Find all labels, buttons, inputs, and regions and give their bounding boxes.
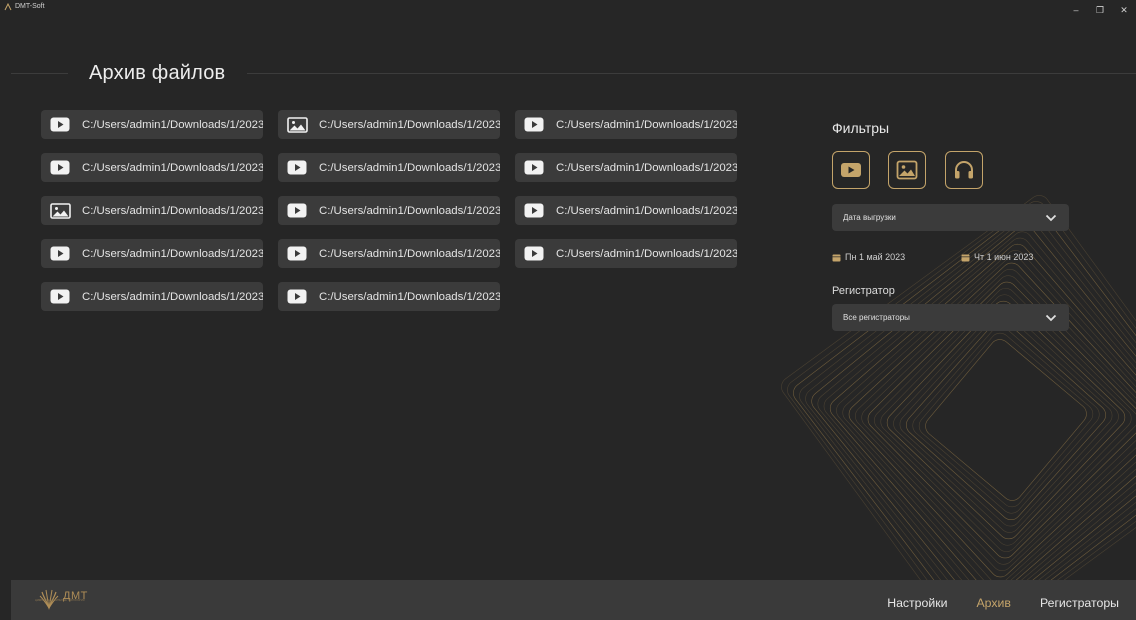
- window-controls: – ❐ ✕: [1064, 0, 1136, 25]
- logo-subtitle: ЦИФРОВЫЕ МОБИЛЬНЫЕ ТЕХНОЛОГИИ: [35, 599, 85, 602]
- chevron-down-icon: [1045, 314, 1057, 321]
- date-to-picker[interactable]: Чт 1 июн 2023: [961, 252, 1033, 262]
- file-item[interactable]: C:/Users/admin1/Downloads/1/2023-05-09 1…: [515, 153, 737, 182]
- video-icon: [50, 246, 72, 262]
- video-icon: [524, 160, 546, 176]
- video-icon: [50, 160, 72, 176]
- page-title: Архив файлов: [89, 62, 226, 84]
- file-path: C:/Users/admin1/Downloads/1/2023-05-09 1…: [556, 204, 737, 217]
- title-bar: DMT-Soft – ❐ ✕: [0, 0, 1136, 25]
- file-path: C:/Users/admin1/Downloads/1/2023-05-09 1…: [82, 204, 263, 217]
- filter-audio-button[interactable]: [945, 151, 983, 189]
- file-item[interactable]: C:/Users/admin1/Downloads/1/2023-05-09 1…: [41, 282, 263, 311]
- filter-image-button[interactable]: [888, 151, 926, 189]
- sort-select[interactable]: Дата выгрузки: [832, 204, 1069, 231]
- file-item[interactable]: C:/Users/admin1/Downloads/1/2023-05-09 1…: [41, 110, 263, 139]
- video-icon: [50, 117, 72, 133]
- sort-select-value: Дата выгрузки: [843, 213, 896, 222]
- headphones-icon: [955, 161, 973, 179]
- registrar-select-value: Все регистраторы: [843, 313, 910, 322]
- header-divider-right: [247, 73, 1136, 74]
- filters-title: Фильтры: [832, 120, 890, 136]
- date-to-text: Чт 1 июн 2023: [974, 252, 1034, 262]
- video-icon: [287, 203, 309, 219]
- file-item[interactable]: C:/Users/admin1/Downloads/1/2023-05-09 1…: [278, 239, 500, 268]
- file-path: C:/Users/admin1/Downloads/1/2023-05-09 1…: [556, 118, 737, 131]
- file-item[interactable]: C:/Users/admin1/Downloads/1/2023-05-09 1…: [515, 196, 737, 225]
- file-path: C:/Users/admin1/Downloads/1/2023-05-09 1…: [556, 247, 737, 260]
- files-grid: C:/Users/admin1/Downloads/1/2023-05-09 1…: [41, 110, 737, 311]
- image-icon: [50, 202, 72, 219]
- nav-item[interactable]: Архив: [976, 596, 1010, 610]
- video-icon: [287, 160, 309, 176]
- file-path: C:/Users/admin1/Downloads/1/2023-05-09 1…: [82, 247, 263, 260]
- close-button[interactable]: ✕: [1112, 0, 1136, 25]
- registrar-select[interactable]: Все регистраторы: [832, 304, 1069, 331]
- video-icon: [287, 289, 309, 305]
- date-from-text: Пн 1 май 2023: [845, 252, 906, 262]
- calendar-icon: [961, 254, 970, 261]
- minimize-button[interactable]: –: [1064, 0, 1088, 25]
- date-from-picker[interactable]: Пн 1 май 2023: [832, 252, 905, 262]
- image-icon: [896, 160, 918, 180]
- calendar-icon: [832, 254, 841, 261]
- video-icon: [524, 246, 546, 262]
- file-item[interactable]: C:/Users/admin1/Downloads/1/2023-05-09 1…: [515, 239, 737, 268]
- video-icon: [50, 289, 72, 305]
- decorative-lines: [781, 195, 1136, 580]
- header-divider-left: [11, 73, 68, 74]
- video-icon: [524, 203, 546, 219]
- video-icon: [524, 117, 546, 133]
- nav-item[interactable]: Настройки: [887, 596, 947, 610]
- window-title: DMT-Soft: [15, 3, 45, 10]
- file-path: C:/Users/admin1/Downloads/1/2023-05-09 1…: [82, 161, 263, 174]
- file-item[interactable]: C:/Users/admin1/Downloads/1/2023-05-09 1…: [41, 153, 263, 182]
- file-path: C:/Users/admin1/Downloads/1/2023-05-09 1…: [319, 161, 500, 174]
- nav-item[interactable]: Регистраторы: [1040, 596, 1119, 610]
- file-item[interactable]: C:/Users/admin1/Downloads/1/2023-05-09 1…: [515, 110, 737, 139]
- chevron-down-icon: [1045, 214, 1057, 221]
- bottom-nav: Настройки Архив Регистраторы: [887, 596, 1119, 610]
- file-item[interactable]: C:/Users/admin1/Downloads/1/2023-05-09 1…: [41, 196, 263, 225]
- file-item[interactable]: C:/Users/admin1/Downloads/1/2023-05-09 1…: [278, 196, 500, 225]
- bottom-bar: ДМТ ЦИФРОВЫЕ МОБИЛЬНЫЕ ТЕХНОЛОГИИ Настро…: [11, 580, 1136, 620]
- maximize-button[interactable]: ❐: [1088, 0, 1112, 25]
- video-icon: [287, 246, 309, 262]
- image-icon: [287, 116, 309, 133]
- app-window: DMT-Soft – ❐ ✕ Архив файлов C:/Users/adm…: [0, 0, 1136, 620]
- file-item[interactable]: C:/Users/admin1/Downloads/1/2023-05-09 1…: [41, 239, 263, 268]
- file-path: C:/Users/admin1/Downloads/1/2023-05-09 1…: [319, 118, 500, 131]
- file-item[interactable]: C:/Users/admin1/Downloads/1/2023-05-09 1…: [278, 153, 500, 182]
- file-path: C:/Users/admin1/Downloads/1/2023-05-09 1…: [319, 247, 500, 260]
- file-path: C:/Users/admin1/Downloads/1/2023-05-09 1…: [82, 118, 263, 131]
- registrar-label: Регистратор: [832, 285, 895, 297]
- file-path: C:/Users/admin1/Downloads/1/2023-05-09 1…: [319, 204, 500, 217]
- file-path: C:/Users/admin1/Downloads/1/2023-05-09 1…: [319, 290, 500, 303]
- app-logo-icon: [4, 2, 12, 10]
- filter-video-button[interactable]: [832, 151, 870, 189]
- file-path: C:/Users/admin1/Downloads/1/2023-05-09 1…: [556, 161, 737, 174]
- file-item[interactable]: C:/Users/admin1/Downloads/1/2023-05-09 1…: [278, 282, 500, 311]
- file-item[interactable]: C:/Users/admin1/Downloads/1/2023-05-09 1…: [278, 110, 500, 139]
- file-path: C:/Users/admin1/Downloads/1/2023-05-09 1…: [82, 290, 263, 303]
- video-icon: [841, 163, 861, 177]
